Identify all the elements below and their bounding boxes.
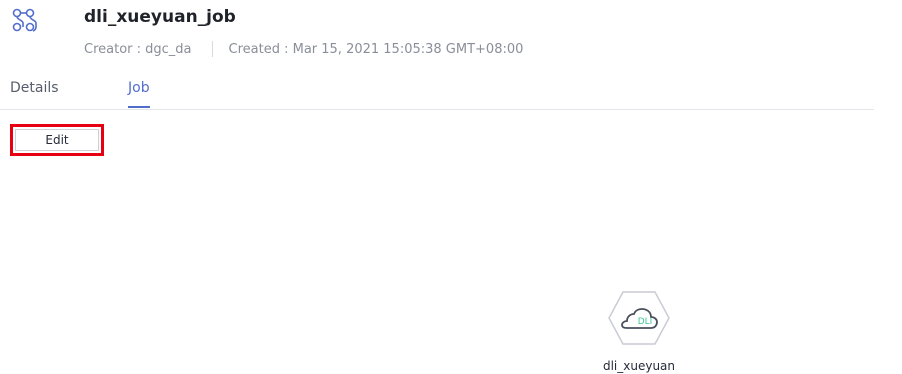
job-meta: Creator : dgc_da Created : Mar 15, 2021 …: [84, 41, 523, 57]
dli-badge: DLI: [638, 317, 653, 327]
node-label: dli_xueyuan: [602, 359, 676, 373]
job-detail-page: dli_xueyuan_job Creator : dgc_da Created…: [0, 0, 902, 374]
edit-button-label: Edit: [15, 129, 99, 151]
edit-button[interactable]: Edit: [10, 124, 104, 156]
tab-job[interactable]: Job: [128, 80, 150, 108]
creator-text: Creator : dgc_da: [84, 41, 192, 57]
tab-bar: Details Job: [0, 80, 874, 110]
meta-divider: [211, 41, 213, 57]
tab-details[interactable]: Details: [10, 80, 59, 96]
workflow-icon: [12, 8, 37, 32]
dli-cloud-icon: DLI: [608, 291, 670, 345]
page-title: dli_xueyuan_job: [84, 7, 236, 27]
created-text: Created : Mar 15, 2021 15:05:38 GMT+08:0…: [228, 41, 524, 57]
dli-node[interactable]: DLI dli_xueyuan: [600, 290, 720, 374]
